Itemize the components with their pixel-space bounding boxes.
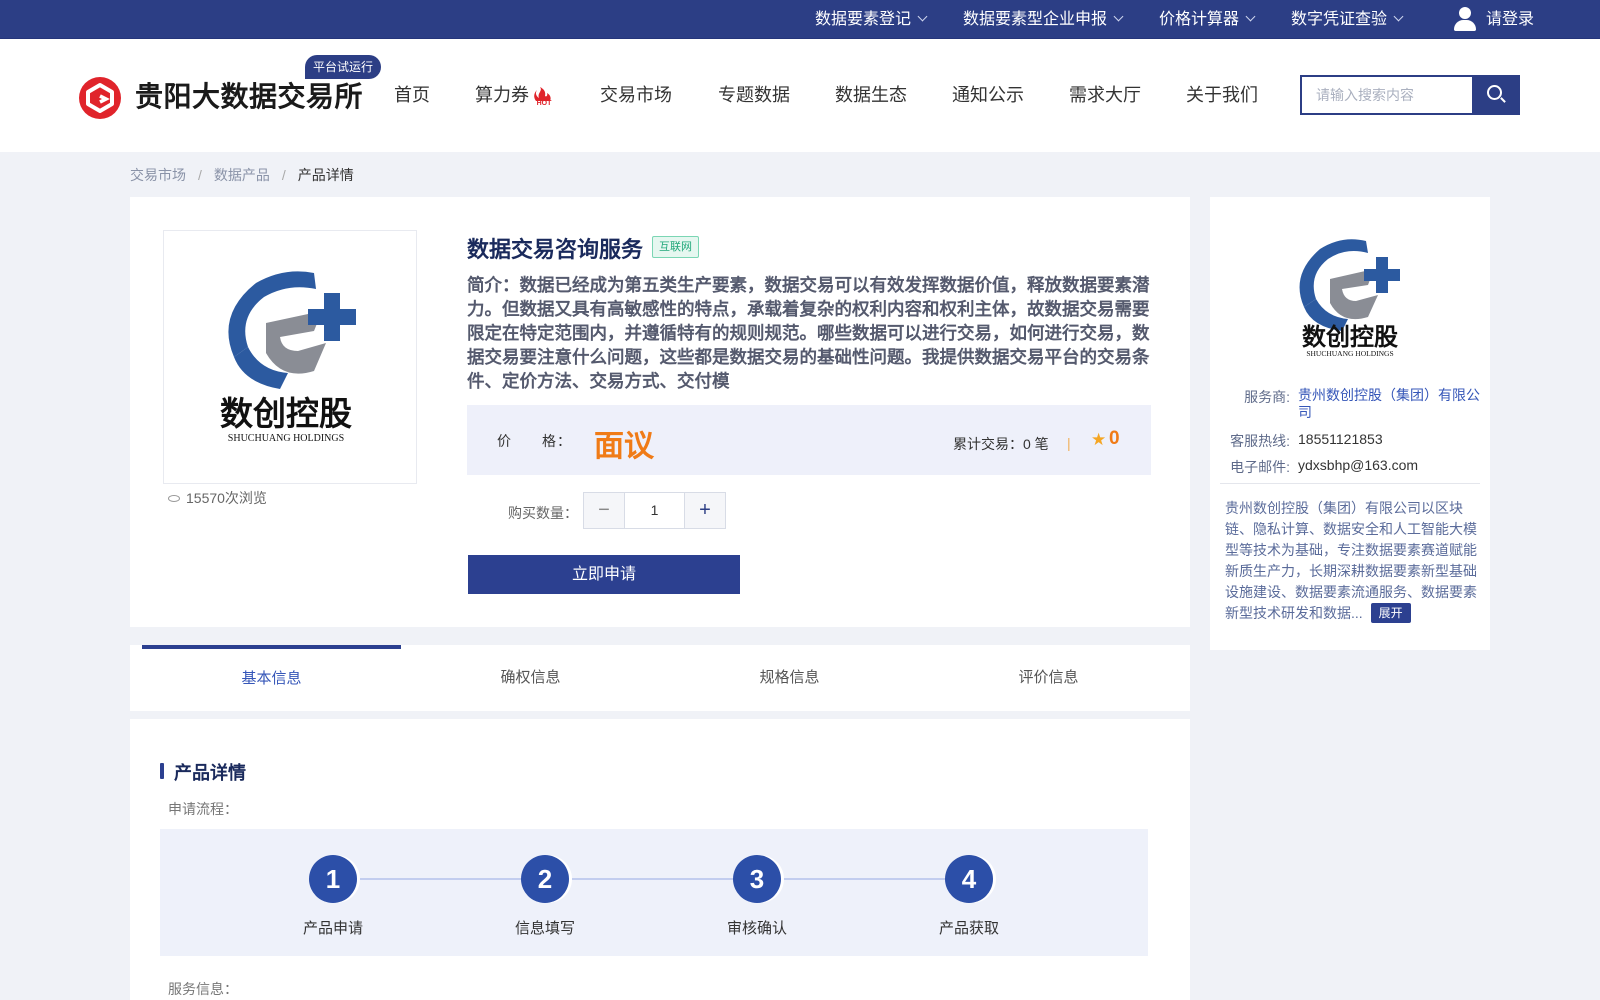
- hotline-value: 18551121853: [1298, 431, 1383, 447]
- email-value: ydxsbhp@163.com: [1298, 457, 1419, 473]
- exchange-logo-icon[interactable]: [79, 77, 121, 119]
- chevron-down-icon: [1245, 11, 1256, 22]
- flow-step: 1 产品申请: [273, 855, 393, 938]
- apply-now-button[interactable]: 立即申请: [468, 555, 740, 594]
- step-number: 4: [945, 855, 993, 903]
- product-panel: 数创控股 SHUCHUANG HOLDINGS 15570次浏览 数据交易咨询服…: [130, 197, 1190, 627]
- category-tag: 互联网: [652, 236, 699, 258]
- price-box: 价 格： 面议 累计交易：0 笔 | ★ 0: [467, 405, 1151, 475]
- nav-announcements[interactable]: 通知公示: [952, 81, 1024, 107]
- divider: [1220, 483, 1480, 484]
- topbar-item-label: 数字凭证查验: [1291, 11, 1388, 28]
- provider-logo-image: 数创控股 SHUCHUANG HOLDINGS: [1290, 233, 1410, 359]
- flow-connector-line: [335, 878, 969, 880]
- rating-value: 0: [1109, 428, 1120, 449]
- topbar-item-label: 价格计算器: [1159, 11, 1240, 28]
- topbar-item-label: 数据要素登记: [815, 11, 912, 28]
- product-detail-section: 产品详情 申请流程： 1 产品申请 2 信息填写 3 审核确认 4 产品获取 服…: [130, 719, 1190, 1000]
- hotline-label: 客服热线:: [1230, 433, 1290, 449]
- step-label: 信息填写: [514, 920, 575, 937]
- hot-badge-text: HOT: [537, 100, 553, 107]
- service-label: 服务商:: [1244, 389, 1290, 405]
- search-button[interactable]: [1472, 75, 1520, 115]
- expand-button[interactable]: 展开: [1370, 603, 1411, 623]
- tab-spec-info[interactable]: 规格信息: [660, 645, 919, 711]
- user-icon[interactable]: [1454, 7, 1476, 31]
- topbar-enterprise-declaration[interactable]: 数据要素型企业申报: [963, 0, 1124, 39]
- tab-rights-info[interactable]: 确权信息: [401, 645, 660, 711]
- breadcrumb-current: 产品详情: [297, 167, 354, 183]
- product-logo-cn: 数创控股: [220, 395, 352, 432]
- provider-description-text: 贵州数创控股（集团）有限公司以区块链、隐私计算、数据安全和人工智能大模型等技术为…: [1225, 500, 1477, 621]
- topbar-item-label: 数据要素型企业申报: [963, 11, 1108, 28]
- product-logo-image: 数创控股 SHUCHUANG HOLDINGS: [163, 230, 417, 484]
- provider-panel: 数创控股 SHUCHUANG HOLDINGS 服务商: 贵州数创控股（集团）有…: [1210, 197, 1490, 650]
- flow-label: 申请流程：: [168, 801, 238, 817]
- quantity-input[interactable]: [625, 493, 684, 528]
- service-info-label: 服务信息：: [168, 981, 238, 997]
- top-bar: 数据要素登记 数据要素型企业申报 价格计算器 数字凭证查验 请登录: [0, 0, 1600, 39]
- increase-quantity-button[interactable]: +: [684, 493, 725, 528]
- breadcrumb: 交易市场 / 数据产品 / 产品详情: [130, 165, 354, 185]
- step-number: 3: [733, 855, 781, 903]
- nav-about-us[interactable]: 关于我们: [1186, 81, 1258, 107]
- nav-data-ecosystem[interactable]: 数据生态: [835, 81, 907, 107]
- quantity-stepper: − +: [583, 492, 726, 529]
- step-label: 审核确认: [726, 920, 787, 937]
- flow-step: 3 审核确认: [697, 855, 817, 938]
- step-number: 2: [521, 855, 569, 903]
- quantity-label: 购买数量：: [508, 505, 578, 521]
- provider-logo-en: SHUCHUANG HOLDINGS: [1306, 349, 1393, 358]
- view-count: 15570次浏览: [168, 488, 267, 508]
- flow-step: 4 产品获取: [909, 855, 1029, 938]
- service-provider-link[interactable]: 贵州数创控股（集团）有限公司: [1298, 387, 1483, 421]
- section-title: 产品详情: [174, 763, 246, 783]
- step-label: 产品获取: [938, 920, 999, 937]
- view-count-text: 15570次浏览: [186, 490, 267, 506]
- search-input[interactable]: [1300, 75, 1472, 115]
- topbar-price-calculator[interactable]: 价格计算器: [1159, 0, 1256, 39]
- product-title: 数据交易咨询服务: [467, 237, 644, 262]
- divider: |: [1067, 435, 1071, 451]
- eye-icon: [168, 495, 180, 502]
- star-icon: ★: [1091, 430, 1107, 449]
- step-number: 1: [309, 855, 357, 903]
- breadcrumb-data-products[interactable]: 数据产品: [214, 165, 270, 185]
- site-logo-text[interactable]: 贵阳大数据交易所: [135, 75, 363, 115]
- price-value: 面议: [594, 430, 654, 463]
- detail-tabs: 基本信息 确权信息 规格信息 评价信息: [130, 645, 1190, 711]
- provider-logo-cn: 数创控股: [1302, 323, 1398, 351]
- price-label: 价 格：: [497, 433, 572, 449]
- login-link[interactable]: 请登录: [1486, 0, 1534, 39]
- trial-badge: 平台试运行: [305, 55, 382, 79]
- nav-demand-hall[interactable]: 需求大厅: [1069, 81, 1141, 107]
- trade-count: 累计交易：0 笔: [953, 436, 1049, 452]
- topbar-voucher-check[interactable]: 数字凭证查验: [1291, 0, 1404, 39]
- product-logo-en: SHUCHUANG HOLDINGS: [228, 433, 344, 444]
- step-label: 产品申请: [302, 920, 363, 937]
- section-marker: [160, 763, 164, 779]
- hot-icon: HOT: [534, 87, 553, 107]
- nav-home[interactable]: 首页: [394, 81, 430, 107]
- provider-description: 贵州数创控股（集团）有限公司以区块链、隐私计算、数据安全和人工智能大模型等技术为…: [1225, 498, 1477, 624]
- nav-compute-voucher[interactable]: 算力券: [475, 81, 529, 107]
- nav-topic-data[interactable]: 专题数据: [718, 81, 790, 107]
- nav-trading-market[interactable]: 交易市场: [600, 81, 672, 107]
- product-description: 简介：数据已经成为第五类生产要素，数据交易可以有效发挥数据价值，释放数据要素潜力…: [467, 275, 1150, 391]
- flow-step: 2 信息填写: [485, 855, 605, 938]
- email-label: 电子邮件:: [1230, 459, 1290, 475]
- topbar-data-registration[interactable]: 数据要素登记: [815, 0, 928, 39]
- tab-review-info[interactable]: 评价信息: [919, 645, 1178, 711]
- application-flow: 1 产品申请 2 信息填写 3 审核确认 4 产品获取: [160, 829, 1148, 956]
- chevron-down-icon: [1113, 11, 1124, 22]
- chevron-down-icon: [917, 11, 928, 22]
- decrease-quantity-button[interactable]: −: [584, 493, 625, 528]
- tab-basic-info[interactable]: 基本信息: [142, 645, 401, 711]
- site-header: 贵阳大数据交易所 平台试运行 首页 算力券 HOT 交易市场 专题数据 数据生态…: [0, 39, 1600, 152]
- chevron-down-icon: [1393, 11, 1404, 22]
- breadcrumb-trading-market[interactable]: 交易市场: [130, 165, 186, 185]
